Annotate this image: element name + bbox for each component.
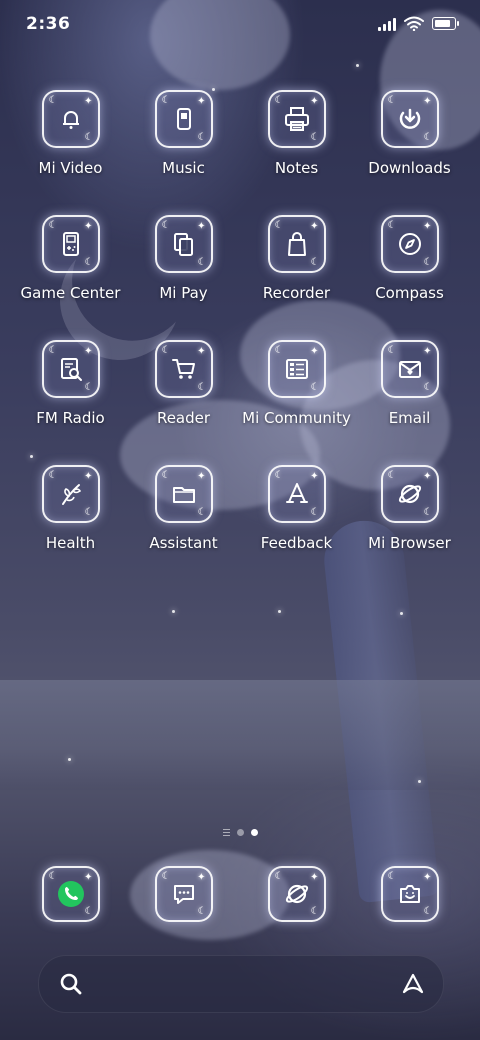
app-store-icon: ☾ ✦ ☾ bbox=[267, 465, 326, 523]
app-label: Notes bbox=[274, 159, 319, 177]
app-recorder[interactable]: ☾ ✦ ☾ Recorder bbox=[240, 215, 353, 323]
page-dot-2[interactable] bbox=[250, 829, 258, 836]
printer-icon: ☾ ✦ ☾ bbox=[267, 90, 326, 148]
app-music[interactable]: ☾ ✦ ☾ Music bbox=[127, 90, 240, 198]
app-game-center[interactable]: ☾ ✦ ☾ Game Center bbox=[14, 215, 127, 323]
app-label: Email bbox=[388, 409, 431, 427]
app-label: Music bbox=[162, 159, 205, 177]
page-indicator bbox=[0, 829, 480, 836]
wifi-icon bbox=[404, 16, 424, 31]
app-label: Game Center bbox=[20, 284, 121, 302]
app-mi-community[interactable]: ☾ ✦ ☾ Mi Community bbox=[240, 340, 353, 448]
folder-icon: ☾ ✦ ☾ bbox=[154, 465, 213, 523]
app-label: Recorder bbox=[262, 284, 331, 302]
bag-icon: ☾ ✦ ☾ bbox=[267, 215, 326, 273]
camera-icon: ☾ ✦ ☾ bbox=[380, 866, 439, 922]
cards-icon: ☾ ✦ ☾ bbox=[154, 215, 213, 273]
planet-icon: ☾ ✦ ☾ bbox=[380, 465, 439, 523]
app-mi-pay[interactable]: ☾ ✦ ☾ Mi Pay bbox=[127, 215, 240, 323]
app-health[interactable]: ☾ ✦ ☾ Health bbox=[14, 465, 127, 573]
search-bar[interactable] bbox=[38, 955, 444, 1013]
app-label: Downloads bbox=[368, 159, 451, 177]
app-label: Reader bbox=[156, 409, 211, 427]
app-notes[interactable]: ☾ ✦ ☾ Notes bbox=[240, 90, 353, 198]
phone-icon: ☾ ✦ ☾ bbox=[41, 866, 100, 922]
envelope-heart-icon: ☾ ✦ ☾ bbox=[380, 340, 439, 398]
app-label: Mi Pay bbox=[159, 284, 208, 302]
battery-icon bbox=[432, 17, 459, 30]
status-time: 2:36 bbox=[26, 14, 71, 34]
page-dot-1[interactable] bbox=[236, 829, 244, 836]
app-label: Mi Video bbox=[38, 159, 103, 177]
chat-bubble-icon: ☾ ✦ ☾ bbox=[154, 866, 213, 922]
app-label: Health bbox=[45, 534, 96, 552]
app-mi-browser[interactable]: ☾ ✦ ☾ Mi Browser bbox=[353, 465, 466, 573]
voice-assistant-icon[interactable] bbox=[399, 970, 427, 998]
planet-icon: ☾ ✦ ☾ bbox=[267, 866, 326, 922]
app-label: Assistant bbox=[149, 534, 218, 552]
bell-icon: ☾ ✦ ☾ bbox=[41, 90, 100, 148]
dock-camera[interactable]: ☾ ✦ ☾ bbox=[353, 866, 466, 922]
dock-phone[interactable]: ☾ ✦ ☾ bbox=[14, 866, 127, 922]
feed-page-indicator[interactable] bbox=[222, 829, 230, 836]
app-fm-radio[interactable]: ☾ ✦ ☾ FM Radio bbox=[14, 340, 127, 448]
app-compass[interactable]: ☾ ✦ ☾ Compass bbox=[353, 215, 466, 323]
app-feedback[interactable]: ☾ ✦ ☾ Feedback bbox=[240, 465, 353, 573]
app-label: Mi Community bbox=[242, 409, 351, 427]
dock-messages[interactable]: ☾ ✦ ☾ bbox=[127, 866, 240, 922]
app-reader[interactable]: ☾ ✦ ☾ Reader bbox=[127, 340, 240, 448]
app-mi-video[interactable]: ☾ ✦ ☾ Mi Video bbox=[14, 90, 127, 198]
search-icon[interactable] bbox=[57, 970, 85, 998]
app-grid: ☾ ✦ ☾ Mi Video ☾ ✦ ☾ Music ☾ ✦ ☾ Notes ☾ ✦ ☾ Dow… bbox=[14, 90, 466, 573]
dock: ☾ ✦ ☾ ☾ ✦ ☾ ☾ ✦ ☾ ☾ ✦ ☾ bbox=[14, 866, 466, 922]
app-label: Compass bbox=[375, 284, 444, 302]
app-label: FM Radio bbox=[36, 409, 105, 427]
compass-icon: ☾ ✦ ☾ bbox=[380, 215, 439, 273]
download-icon: ☾ ✦ ☾ bbox=[380, 90, 439, 148]
app-label: Feedback bbox=[260, 534, 333, 552]
cellular-signal-icon bbox=[378, 17, 396, 31]
app-downloads[interactable]: ☾ ✦ ☾ Downloads bbox=[353, 90, 466, 198]
status-bar: 2:36 bbox=[0, 0, 480, 52]
app-email[interactable]: ☾ ✦ ☾ Email bbox=[353, 340, 466, 448]
leaf-icon: ☾ ✦ ☾ bbox=[41, 465, 100, 523]
cart-icon: ☾ ✦ ☾ bbox=[154, 340, 213, 398]
list-icon: ☾ ✦ ☾ bbox=[267, 340, 326, 398]
app-label: Mi Browser bbox=[368, 534, 451, 552]
music-player-icon: ☾ ✦ ☾ bbox=[154, 90, 213, 148]
app-assistant[interactable]: ☾ ✦ ☾ Assistant bbox=[127, 465, 240, 573]
dock-browser[interactable]: ☾ ✦ ☾ bbox=[240, 866, 353, 922]
gameboy-icon: ☾ ✦ ☾ bbox=[41, 215, 100, 273]
document-search-icon: ☾ ✦ ☾ bbox=[41, 340, 100, 398]
